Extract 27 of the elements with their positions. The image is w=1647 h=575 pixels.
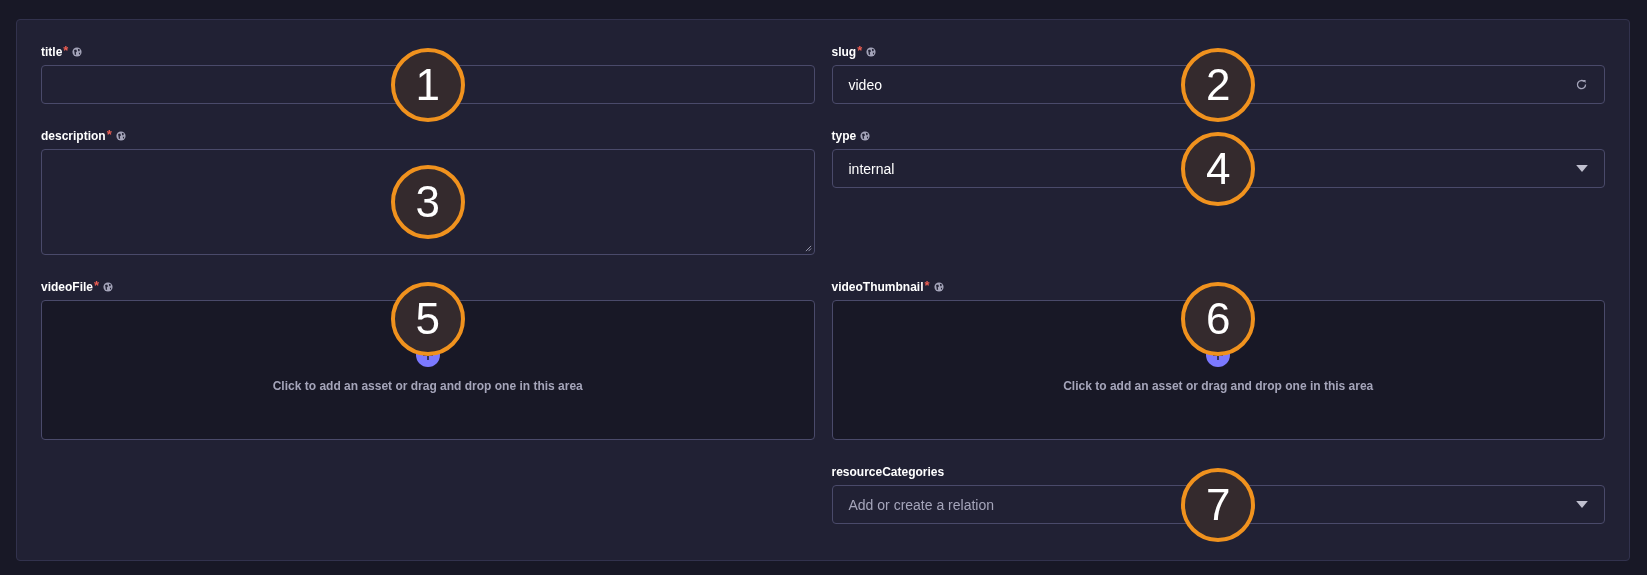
callout-marker: 4: [1181, 131, 1256, 206]
field-label: type: [831, 128, 857, 143]
refresh-icon[interactable]: [1575, 78, 1588, 91]
callout-marker: 1: [390, 47, 465, 122]
title-input[interactable]: [41, 65, 815, 104]
field-label: resourceCategories: [831, 464, 945, 479]
relation-placeholder: Add or create a relation: [848, 496, 995, 513]
required-asterisk: *: [63, 43, 69, 58]
resize-handle-icon[interactable]: [804, 245, 812, 252]
caret-icon: [1576, 165, 1588, 172]
field-label: description: [41, 128, 106, 143]
select-value: internal: [848, 160, 895, 177]
field-label: slug: [831, 44, 857, 59]
required-asterisk: *: [94, 278, 100, 293]
field-label: videoThumbnail: [831, 279, 924, 294]
dropzone-hint: Click to add an asset or drag and drop one in this area: [272, 379, 583, 393]
callout-marker: 6: [1181, 282, 1256, 356]
required-asterisk: *: [106, 127, 112, 142]
required-asterisk: *: [857, 43, 863, 58]
dropzone-hint: Click to add an asset or drag and drop one in this area: [1063, 379, 1374, 393]
required-asterisk: *: [924, 278, 930, 293]
slug-value: video: [848, 76, 882, 93]
callout-marker: 2: [1181, 47, 1256, 122]
field-label: title: [41, 44, 63, 59]
callout-marker: 7: [1181, 467, 1256, 542]
caret-icon: [1576, 501, 1588, 508]
field-label: videoFile: [41, 279, 93, 294]
